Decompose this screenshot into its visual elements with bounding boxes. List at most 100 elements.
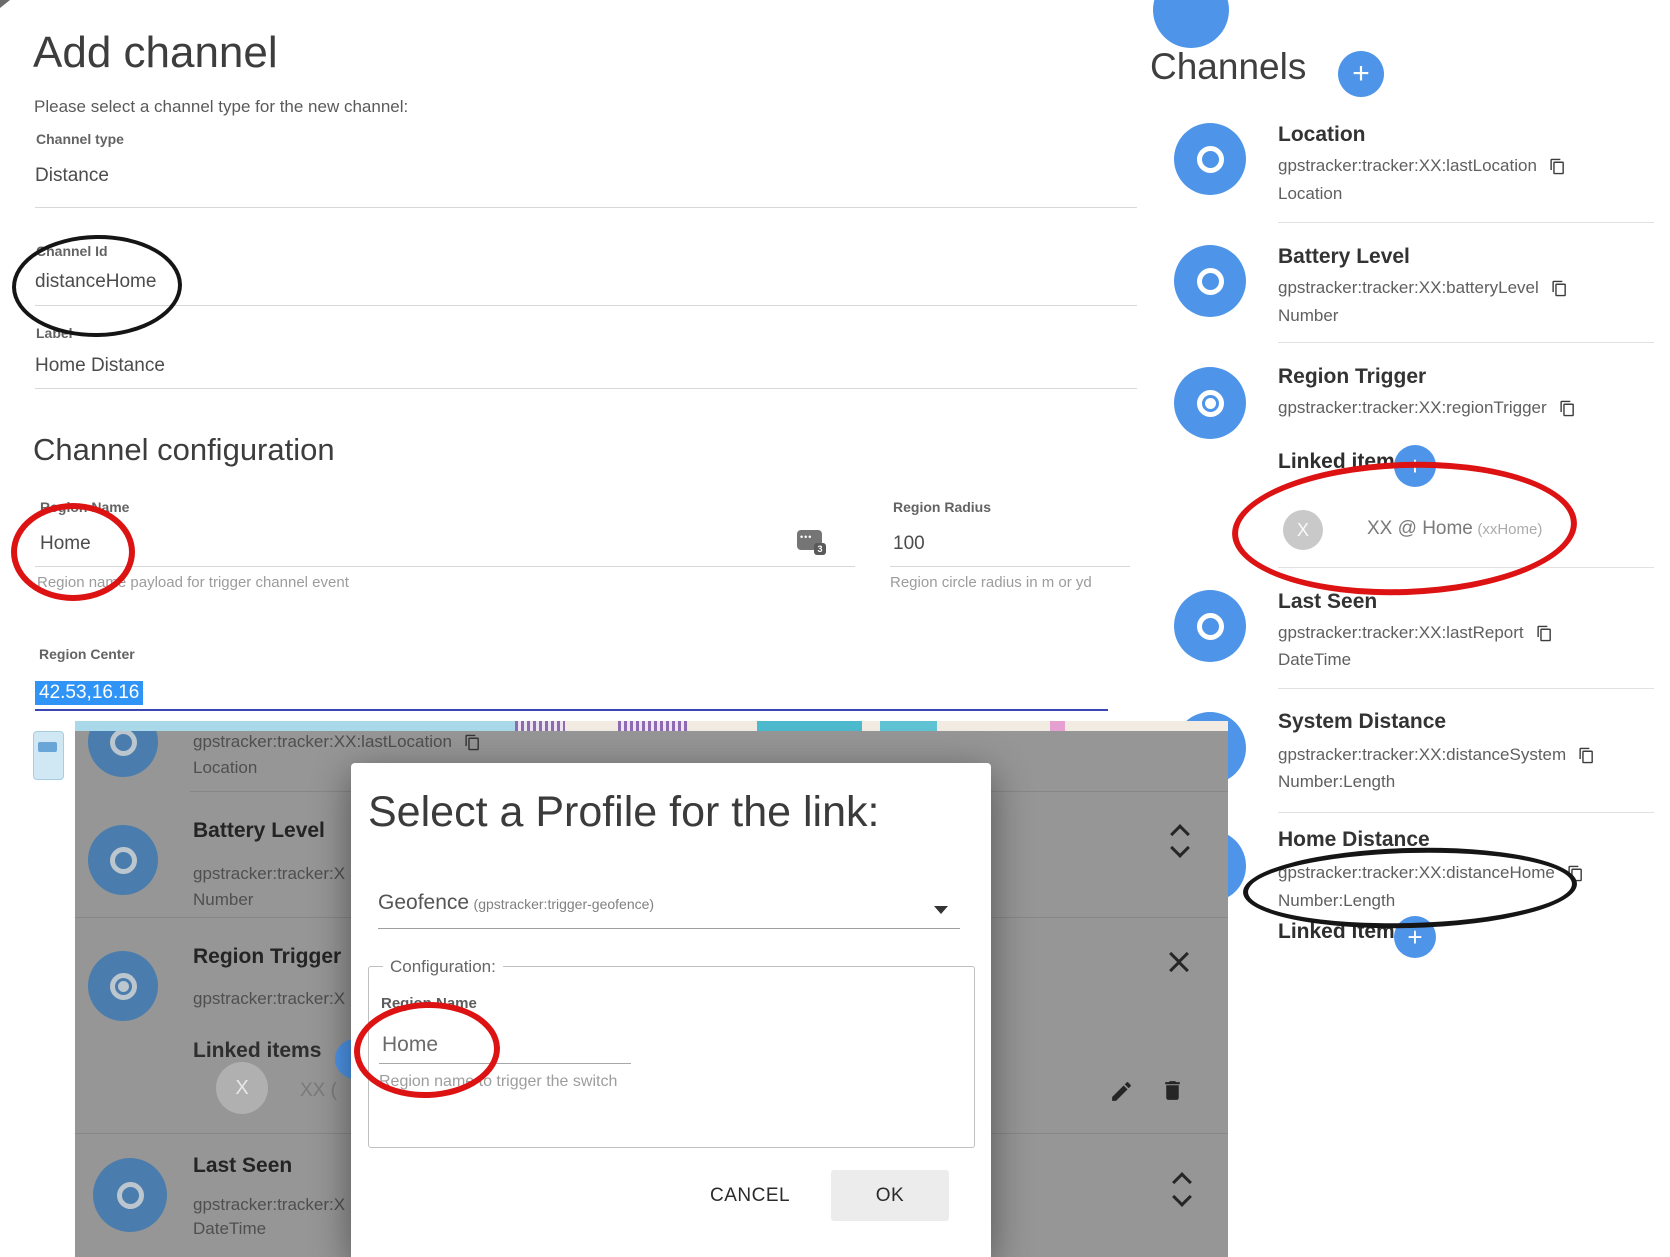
- copy-icon[interactable]: [1551, 280, 1568, 297]
- configuration-fieldset: Configuration:: [368, 966, 975, 1148]
- channel-title: Battery Level: [1278, 245, 1410, 269]
- dimmed-linked-items-label: Linked items: [193, 1039, 321, 1063]
- channel-type: Location: [1278, 184, 1342, 204]
- edit-pencil-icon[interactable]: [1109, 1079, 1134, 1104]
- delete-trash-icon[interactable]: [1160, 1078, 1185, 1103]
- ok-button-label: OK: [876, 1185, 904, 1207]
- dimmed-channel-type: Location: [193, 758, 257, 778]
- dialog-region-name-input[interactable]: Home: [382, 1033, 438, 1057]
- dimmed-channel-uid: gpstracker:tracker:XX:lastLocation: [193, 732, 452, 752]
- label-field-value[interactable]: Home Distance: [35, 355, 165, 377]
- dialog-region-name-helper: Region name to trigger the switch: [379, 1073, 617, 1091]
- copy-icon[interactable]: [1567, 865, 1584, 882]
- dimmed-channel-type: DateTime: [193, 1219, 266, 1239]
- label-field-underline: [35, 388, 1137, 389]
- sidebar-divider: [1278, 688, 1654, 689]
- channel-uid: gpstracker:tracker:XX:lastReport: [1278, 623, 1524, 643]
- channel-uid: gpstracker:tracker:XX:batteryLevel: [1278, 278, 1539, 298]
- channels-heading: Channels: [1150, 46, 1306, 88]
- dimmed-channel-icon-location: [88, 731, 158, 777]
- form-filler-extension-icon[interactable]: ••• 3: [797, 530, 822, 550]
- profile-dialog: Select a Profile for the link: Geofence …: [351, 763, 991, 1257]
- sidebar-divider: [1278, 567, 1654, 568]
- page-canvas: Add channel Please select a channel type…: [0, 0, 1670, 1257]
- channel-title: Home Distance: [1278, 828, 1430, 852]
- channel-id-value[interactable]: distanceHome: [35, 271, 156, 293]
- extension-badge: 3: [814, 543, 826, 555]
- region-radius-label: Region Radius: [893, 499, 991, 515]
- channel-uid-row: gpstracker:tracker:XX:lastReport: [1278, 623, 1553, 643]
- dimmed-channel-title: Battery Level: [193, 819, 325, 843]
- dimmed-channel-title: Last Seen: [193, 1154, 292, 1178]
- linked-item-suffix: (xxHome): [1477, 521, 1542, 538]
- linked-item-text: XX @ Home: [1367, 518, 1473, 539]
- cancel-button[interactable]: CANCEL: [710, 1185, 790, 1207]
- configuration-legend: Configuration:: [383, 957, 503, 977]
- channel-uid-row: gpstracker:tracker:XX:distanceHome: [1278, 863, 1584, 883]
- profile-select[interactable]: Geofence (gpstracker:trigger-geofence): [378, 891, 654, 915]
- channel-uid: gpstracker:tracker:XX:lastLocation: [1278, 156, 1537, 176]
- add-channel-button[interactable]: +: [1338, 51, 1384, 97]
- page-title: Add channel: [33, 28, 278, 78]
- dimmed-channel-title: Region Trigger: [193, 945, 341, 969]
- dialog-region-name-underline: [379, 1063, 631, 1064]
- copy-icon[interactable]: [1578, 747, 1595, 764]
- channel-icon-battery: [1174, 245, 1246, 317]
- profile-select-underline: [378, 928, 960, 929]
- underlying-icon-sliver-bar: [38, 742, 57, 752]
- channel-uid: gpstracker:tracker:XX:regionTrigger: [1278, 398, 1547, 418]
- dimmed-linked-item-text: XX (: [300, 1080, 337, 1102]
- dimmed-channel-icon-battery: [88, 825, 158, 895]
- channel-uid-row: gpstracker:tracker:XX:regionTrigger: [1278, 398, 1576, 418]
- channel-type: Number:Length: [1278, 891, 1395, 911]
- move-down-icon[interactable]: [1172, 1187, 1192, 1207]
- profile-select-value: Geofence: [378, 891, 469, 914]
- channel-icon-location: [1174, 123, 1246, 195]
- sidebar-divider: [1278, 812, 1654, 813]
- region-name-helper: Region name payload for trigger channel …: [37, 574, 349, 591]
- copy-icon[interactable]: [1559, 400, 1576, 417]
- channel-id-label: Channel Id: [36, 243, 108, 259]
- channel-title: System Distance: [1278, 710, 1446, 734]
- label-field-label: Label: [36, 325, 73, 341]
- linked-item-avatar: X: [1283, 510, 1323, 550]
- profile-select-uid: (gpstracker:trigger-geofence): [474, 896, 655, 912]
- channel-uid-row: gpstracker:tracker:XX:lastLocation: [1278, 156, 1566, 176]
- linked-item-row[interactable]: XX @ Home (xxHome): [1367, 518, 1542, 540]
- collapse-icon-bottom[interactable]: [1169, 960, 1189, 980]
- dimmed-channel-uid-row: gpstracker:tracker:XX:lastLocation: [193, 732, 481, 752]
- region-radius-input[interactable]: 100: [893, 533, 925, 555]
- dimmed-channel-uid: gpstracker:tracker:X: [193, 1195, 345, 1215]
- screenshot-corner-artifact: [0, 0, 10, 8]
- linked-items-label: Linked items: [1278, 450, 1406, 474]
- add-linked-item-button[interactable]: +: [1394, 445, 1436, 487]
- sidebar-divider: [1278, 222, 1654, 223]
- screenshot-seam-artifacts: [75, 721, 1228, 731]
- copy-icon[interactable]: [1549, 158, 1566, 175]
- channel-uid: gpstracker:tracker:XX:distanceSystem: [1278, 745, 1566, 765]
- region-center-label: Region Center: [39, 646, 135, 662]
- channel-title: Location: [1278, 123, 1366, 147]
- page-subtitle: Please select a channel type for the new…: [34, 97, 408, 117]
- channel-type: Number: [1278, 306, 1338, 326]
- copy-icon[interactable]: [1536, 625, 1553, 642]
- move-down-icon[interactable]: [1170, 838, 1190, 858]
- dialog-region-name-label: Region Name: [381, 995, 477, 1012]
- dimmed-channel-uid: gpstracker:tracker:X: [193, 864, 345, 884]
- linked-items-label: Linked items: [1278, 920, 1406, 944]
- add-linked-item-button[interactable]: +: [1394, 916, 1436, 958]
- channel-icon-last-seen: [1174, 590, 1246, 662]
- region-center-input[interactable]: 42.53,16.16: [35, 681, 143, 705]
- channel-id-underline: [35, 305, 1137, 306]
- channel-uid-row: gpstracker:tracker:XX:distanceSystem: [1278, 745, 1595, 765]
- dimmed-channel-icon-last-seen: [93, 1158, 167, 1232]
- channel-uid-row: gpstracker:tracker:XX:batteryLevel: [1278, 278, 1568, 298]
- dialog-title: Select a Profile for the link:: [368, 788, 879, 837]
- dimmed-channel-icon-region-trigger: [88, 951, 158, 1021]
- channel-icon-region-trigger: [1174, 367, 1246, 439]
- ok-button[interactable]: OK: [831, 1170, 949, 1221]
- region-radius-helper: Region circle radius in m or yd: [890, 574, 1092, 591]
- dropdown-caret-icon[interactable]: [934, 906, 948, 914]
- region-name-input[interactable]: Home: [40, 533, 91, 555]
- channel-type-value[interactable]: Distance: [35, 165, 109, 187]
